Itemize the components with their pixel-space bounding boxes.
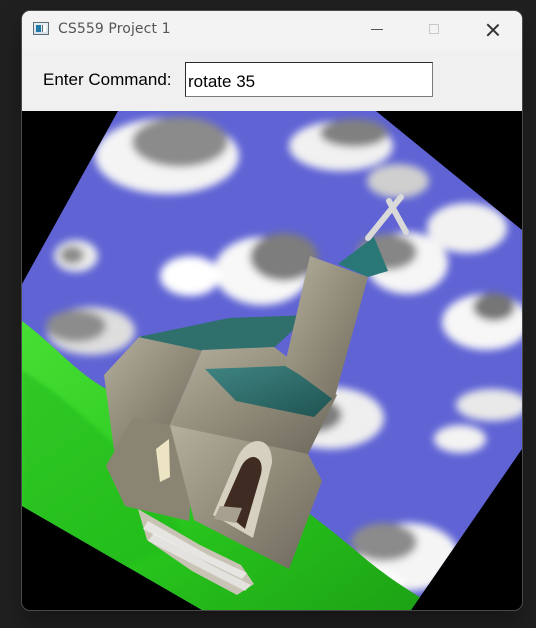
maximize-icon — [429, 24, 439, 34]
title-bar[interactable]: CS559 Project 1 — [22, 11, 522, 49]
rendered-scene — [22, 111, 522, 610]
window-controls — [348, 11, 522, 49]
command-bar: Enter Command: — [22, 49, 522, 111]
command-label: Enter Command: — [43, 70, 172, 89]
close-icon — [486, 23, 500, 37]
window-title: CS559 Project 1 — [58, 21, 171, 37]
rotated-scene-plane — [22, 111, 522, 610]
minimize-icon — [371, 29, 383, 30]
rendered-scene-viewport — [22, 111, 522, 610]
maximize-button[interactable] — [406, 11, 464, 49]
minimize-button[interactable] — [348, 11, 406, 49]
app-window: CS559 Project 1 Enter Command: — [22, 11, 522, 610]
app-icon — [33, 22, 49, 35]
close-button[interactable] — [464, 11, 522, 49]
command-input[interactable] — [185, 62, 433, 97]
